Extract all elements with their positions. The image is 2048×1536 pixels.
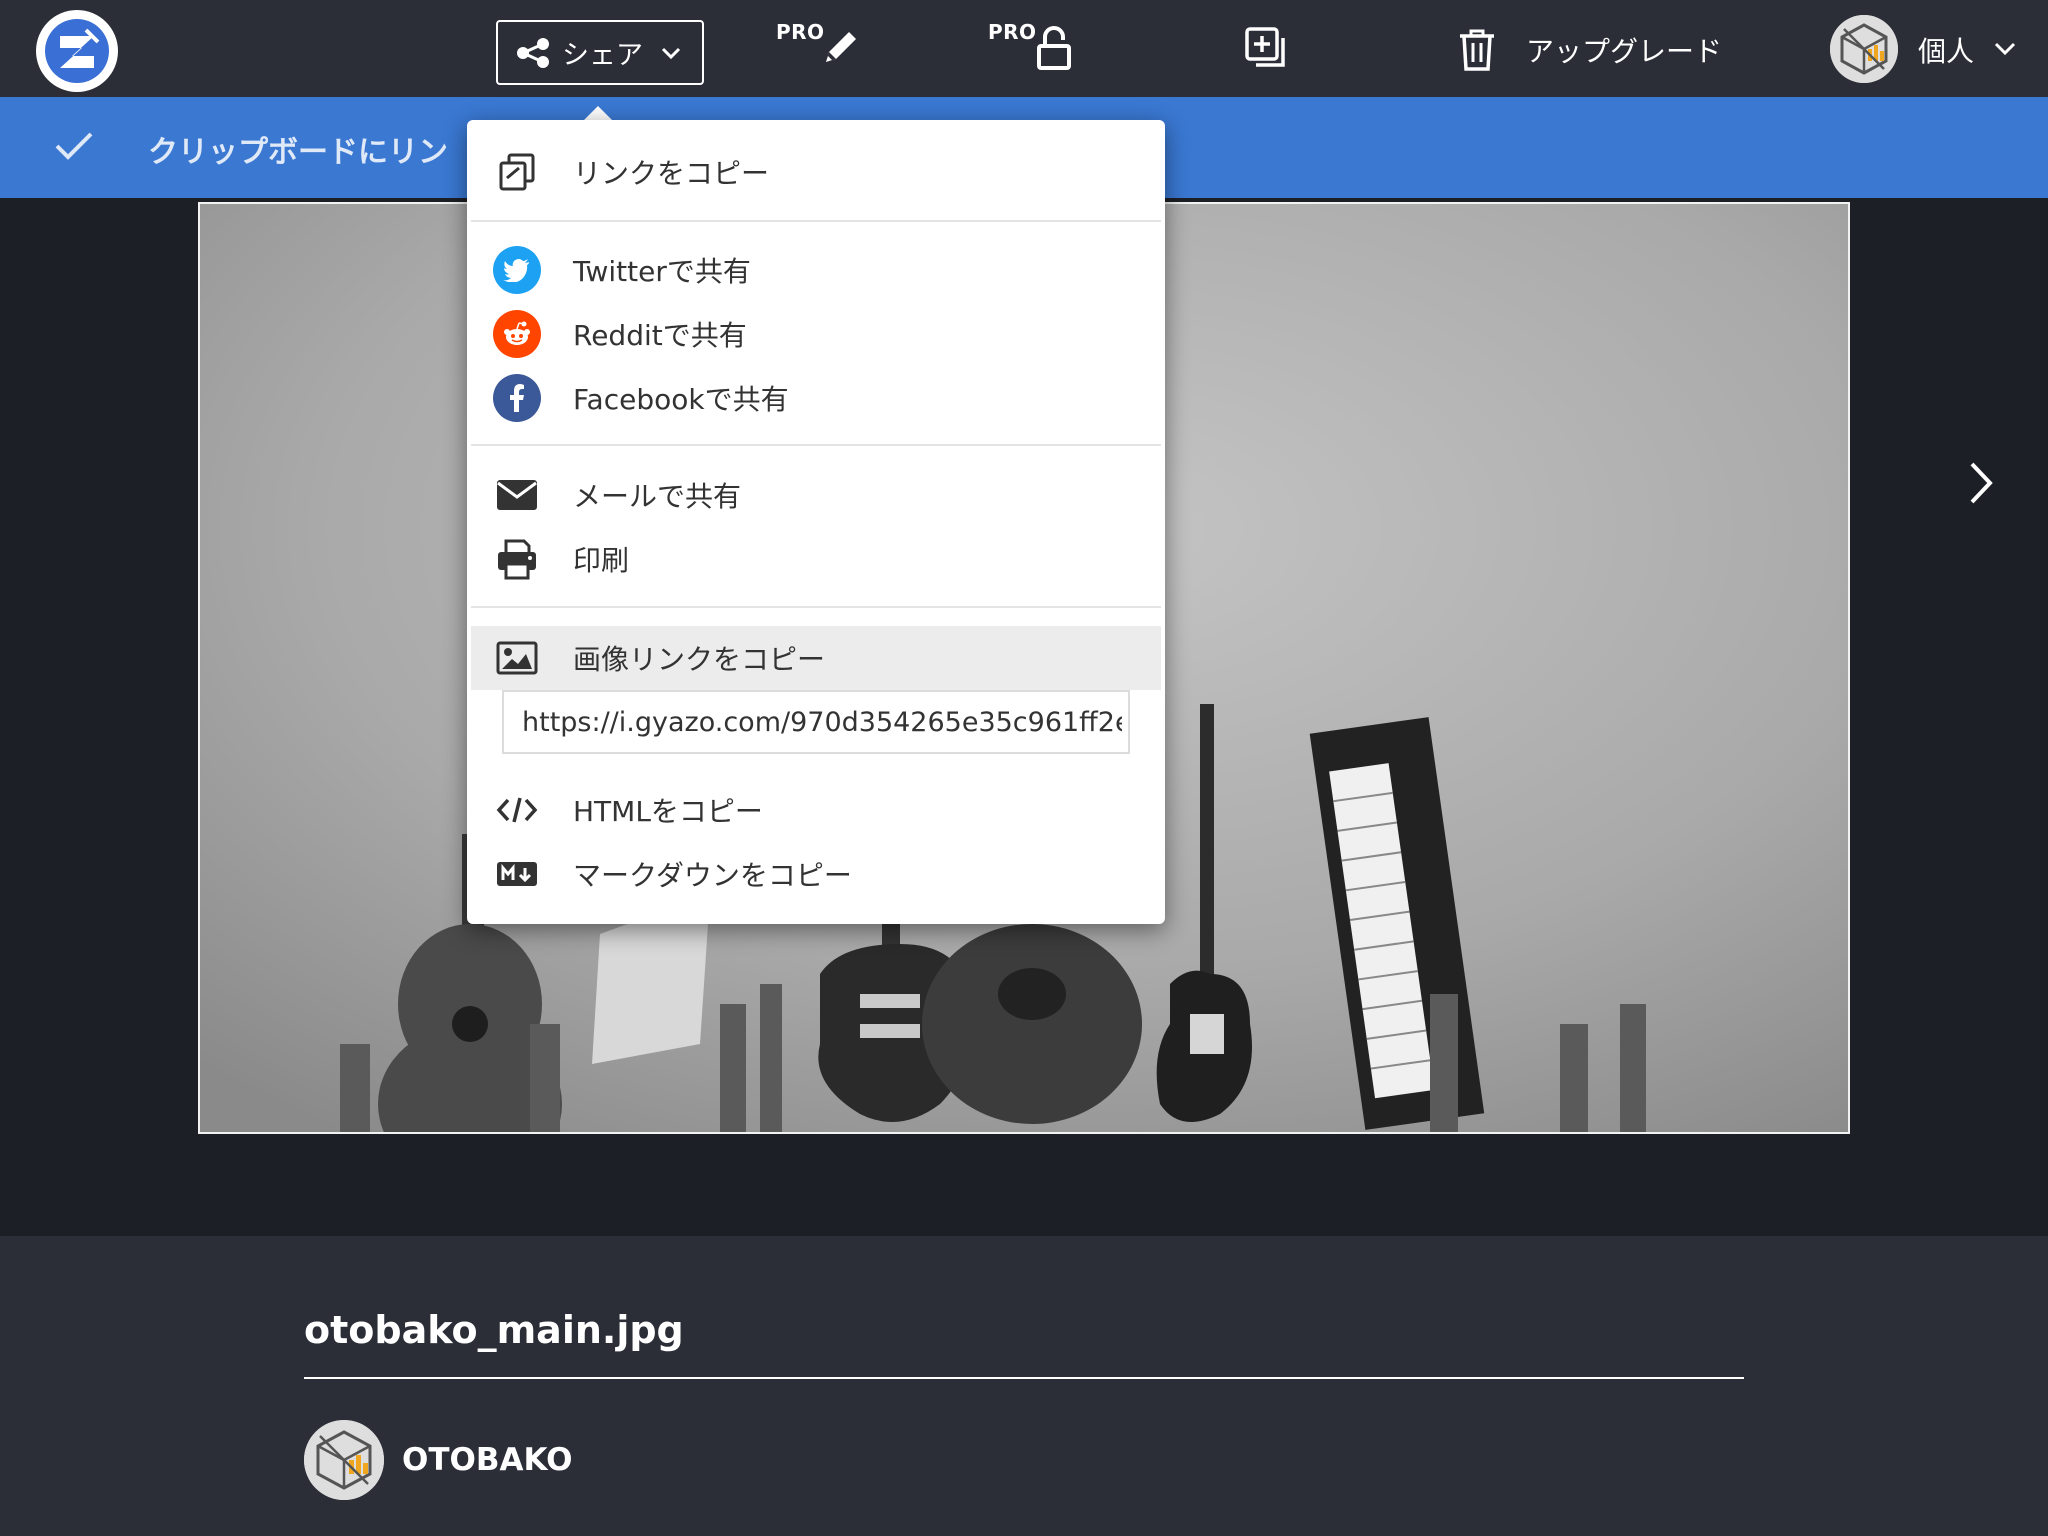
menu-item-label: Twitterで共有 [573, 255, 751, 288]
menu-item-label: Redditで共有 [573, 319, 747, 352]
menu-item-label: マークダウンをコピー [573, 859, 852, 892]
avatar[interactable] [1830, 15, 1898, 83]
add-to-collection-icon [1245, 27, 1285, 67]
delete-button[interactable] [1458, 14, 1502, 84]
menu-item-share-reddit[interactable]: Redditで共有 [467, 304, 1165, 364]
menu-item-label: リンクをコピー [573, 157, 770, 190]
markdown-icon [493, 850, 541, 898]
gyazo-logo-icon [45, 19, 109, 83]
share-dropdown-menu: リンクをコピー Twitterで共有 Redditで共有 Facebookで共有… [467, 120, 1165, 924]
notification-text: クリップボードにリン [148, 135, 448, 170]
copy-icon [493, 148, 541, 196]
divider [304, 1377, 1744, 1379]
otobako-avatar-icon [304, 1420, 384, 1500]
twitter-icon [493, 246, 541, 294]
mail-icon [493, 471, 541, 519]
lock-icon [1037, 26, 1071, 70]
menu-item-label: Facebookで共有 [573, 383, 789, 416]
pencil-icon [826, 32, 856, 62]
menu-separator [471, 220, 1161, 222]
pro-badge: PRO [988, 20, 1037, 44]
top-navigation-bar: シェア PRO PRO アップグレード 個人 [0, 0, 2048, 97]
privacy-lock-button[interactable]: PRO [986, 14, 1086, 84]
code-icon [493, 786, 541, 834]
share-button-label: シェア [562, 40, 643, 71]
edit-button[interactable]: PRO [774, 14, 874, 84]
owner-name[interactable]: OTOBAKO [402, 1442, 572, 1478]
add-to-collection-button[interactable] [1244, 14, 1294, 84]
menu-separator [471, 444, 1161, 446]
menu-item-share-mail[interactable]: メールで共有 [467, 465, 1165, 525]
chevron-down-icon[interactable] [1994, 42, 2016, 56]
menu-item-copy-markdown[interactable]: マークダウンをコピー [467, 844, 1165, 904]
trash-icon [1460, 29, 1494, 71]
menu-item-print[interactable]: 印刷 [467, 529, 1165, 589]
image-filename: otobako_main.jpg [304, 1308, 684, 1352]
image-info-panel: otobako_main.jpg OTOBAKO [0, 1236, 2048, 1536]
menu-item-share-twitter[interactable]: Twitterで共有 [467, 240, 1165, 300]
menu-separator [471, 606, 1161, 608]
printer-icon [493, 535, 541, 583]
reddit-icon [493, 310, 541, 358]
facebook-icon [493, 374, 541, 422]
image-icon [493, 634, 541, 682]
share-icon [517, 37, 549, 68]
checkmark-icon [55, 132, 93, 160]
chevron-right-icon[interactable] [1966, 460, 1996, 506]
owner-avatar[interactable] [304, 1420, 384, 1500]
menu-item-label: 印刷 [573, 544, 630, 577]
menu-item-label: メールで共有 [573, 480, 742, 513]
image-url-field[interactable] [502, 690, 1130, 754]
menu-item-label: 画像リンクをコピー [573, 643, 826, 676]
gyazo-logo[interactable] [36, 10, 118, 92]
chevron-down-icon [661, 47, 681, 59]
menu-item-copy-image-link[interactable]: 画像リンクをコピー [471, 626, 1161, 690]
menu-item-copy-html[interactable]: HTMLをコピー [467, 780, 1165, 840]
upgrade-link[interactable]: アップグレード [1526, 30, 1722, 70]
menu-item-label: HTMLをコピー [573, 795, 763, 828]
otobako-avatar-icon [1830, 15, 1898, 83]
image-url-input[interactable] [522, 706, 1122, 738]
pro-badge: PRO [776, 20, 825, 44]
share-button[interactable]: シェア [496, 20, 704, 85]
menu-item-copy-link[interactable]: リンクをコピー [467, 142, 1165, 202]
menu-item-share-facebook[interactable]: Facebookで共有 [467, 368, 1165, 428]
cymbal-shape [922, 924, 1142, 1124]
account-switcher[interactable]: 個人 [1918, 30, 1974, 70]
